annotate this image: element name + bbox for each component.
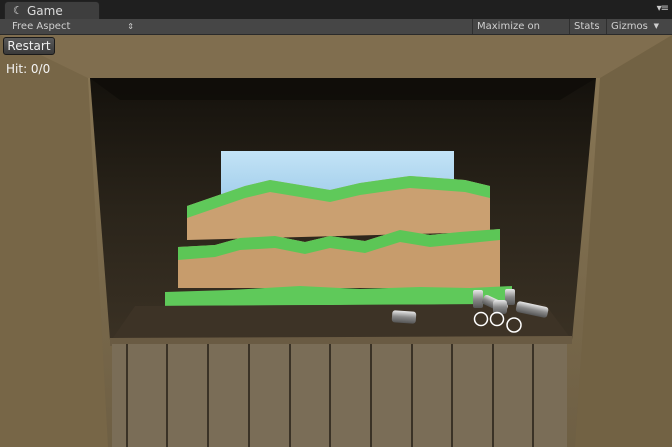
aspect-label: Free Aspect xyxy=(12,21,71,32)
stats-label: Stats xyxy=(574,21,600,32)
hit-counter: Hit: 0/0 xyxy=(6,62,51,76)
window-menu-icon[interactable]: ▾≡ xyxy=(657,3,669,14)
restart-button[interactable]: Restart xyxy=(3,37,55,55)
booth-ceiling xyxy=(0,35,672,78)
gizmos-dropdown[interactable]: Gizmos ▼ xyxy=(606,19,662,34)
tab-game[interactable]: ☾ Game xyxy=(4,1,100,19)
game-toolbar: Free Aspect ⇕ Maximize on Play Stats Giz… xyxy=(0,19,672,47)
unity-logo-icon: ☾ xyxy=(13,4,23,17)
chevron-down-icon: ▼ xyxy=(653,22,659,30)
gizmos-label: Gizmos xyxy=(611,21,648,32)
updown-arrow-icon: ⇕ xyxy=(127,22,134,31)
scene-render xyxy=(0,35,672,447)
tab-game-label: Game xyxy=(27,4,63,18)
aspect-dropdown[interactable]: Free Aspect ⇕ xyxy=(0,19,138,34)
crate-front xyxy=(112,344,567,447)
stats-toggle[interactable]: Stats xyxy=(569,19,605,34)
game-viewport[interactable] xyxy=(0,35,672,447)
tab-bar: ☾ Game ▾≡ xyxy=(0,0,672,19)
maximize-on-play-toggle[interactable]: Maximize on Play xyxy=(472,19,568,47)
